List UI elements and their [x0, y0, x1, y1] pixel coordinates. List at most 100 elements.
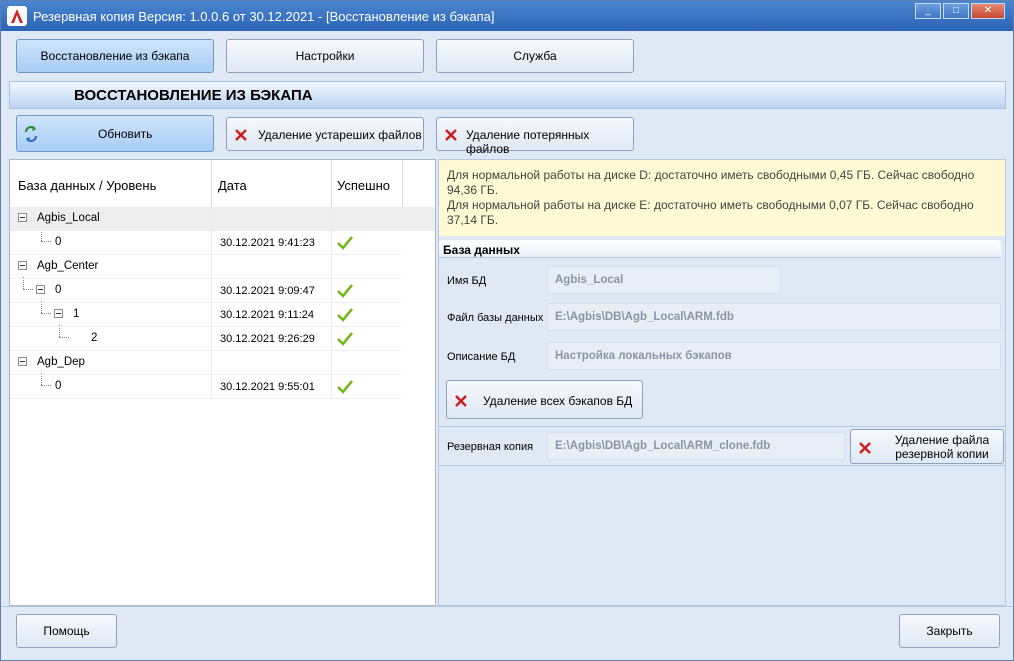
cell-separator [331, 351, 332, 375]
delete-backup-file-label-line1: Удаление файла [894, 433, 990, 447]
footer-bar: Помощь Закрыть [1, 606, 1013, 660]
help-button[interactable]: Помощь [16, 614, 117, 648]
delete-all-backups-label: Удаление всех бэкапов БД [483, 394, 633, 408]
maximize-button[interactable]: □ [943, 3, 969, 19]
tree-date: 30.12.2021 9:26:29 [220, 333, 315, 345]
success-check-icon [337, 236, 354, 250]
collapse-toggle-icon[interactable] [18, 261, 27, 270]
app-logo-icon [7, 6, 27, 26]
close-label: Закрыть [926, 624, 973, 638]
column-header-db-level[interactable]: База данных / Уровень [18, 178, 156, 193]
cell-separator [331, 207, 332, 231]
tree-node-label: 0 [55, 236, 62, 248]
tree-date: 30.12.2021 9:09:47 [220, 285, 315, 297]
help-label: Помощь [43, 624, 90, 638]
refresh-icon [24, 125, 38, 143]
refresh-label: Обновить [98, 127, 153, 141]
tree-row[interactable]: 2 30.12.2021 9:26:29 [10, 327, 435, 351]
tree-row[interactable]: Agb_Center [10, 255, 435, 279]
minimize-button[interactable]: _ [915, 3, 941, 19]
backup-copy-field[interactable]: E:\Agbis\DB\Agb_Local\ARM_clone.fdb [547, 432, 845, 460]
tree-date: 30.12.2021 9:55:01 [220, 381, 315, 393]
cell-separator [211, 231, 212, 255]
cell-separator [331, 231, 332, 255]
tab-service-label: Служба [513, 49, 557, 63]
delete-x-icon [455, 395, 467, 407]
tree-node-label: Agb_Center [37, 260, 99, 272]
column-header-date[interactable]: Дата [218, 178, 247, 193]
cell-separator [211, 303, 212, 327]
success-check-icon [337, 332, 354, 346]
delete-old-files-button[interactable]: Удаление устареших файлов [226, 117, 424, 151]
collapse-toggle-icon[interactable] [36, 285, 45, 294]
delete-lost-files-label: Удаление потерянных файлов [466, 128, 590, 156]
delete-backup-file-label-line2: резервной копии [895, 447, 989, 461]
delete-lost-files-button[interactable]: Удаление потерянных файлов [436, 117, 634, 156]
app-window: Резервная копия Версия: 1.0.0.6 от 30.12… [0, 0, 1014, 661]
db-name-label: Имя БД [447, 275, 487, 287]
db-file-field[interactable]: E:\Agbis\DB\Agb_Local\ARM.fdb [547, 303, 1001, 331]
column-header-success[interactable]: Успешно [337, 178, 390, 193]
database-group-header: База данных [439, 240, 1001, 258]
tree-node-label: 0 [55, 284, 62, 296]
row-divider [10, 398, 402, 399]
tree-node-label: 2 [91, 332, 98, 344]
tree-node-label: Agbis_Local [37, 212, 100, 224]
close-window-button[interactable]: ✕ [971, 3, 1005, 19]
db-description-label: Описание БД [447, 351, 516, 363]
tree-date: 30.12.2021 9:11:24 [220, 309, 314, 321]
cell-separator [211, 255, 212, 279]
delete-x-icon [859, 442, 871, 454]
success-check-icon [337, 308, 354, 322]
delete-backup-file-label: Удаление файла резервной копии [881, 433, 1003, 461]
cell-separator [211, 279, 212, 303]
tab-restore-label: Восстановление из бэкапа [40, 49, 190, 63]
cell-separator [211, 351, 212, 375]
delete-x-icon [235, 129, 247, 141]
success-check-icon [337, 380, 354, 394]
tree-date: 30.12.2021 9:41:23 [220, 237, 315, 249]
refresh-button[interactable]: Обновить [16, 115, 214, 152]
collapse-toggle-icon[interactable] [54, 309, 63, 318]
tree-row[interactable]: 0 30.12.2021 9:09:47 [10, 279, 435, 303]
collapse-toggle-icon[interactable] [18, 213, 27, 222]
tab-settings-label: Настройки [295, 49, 355, 63]
delete-all-backups-button[interactable]: Удаление всех бэкапов БД [446, 380, 643, 419]
backup-copy-label: Резервная копия [447, 441, 534, 453]
section-title: ВОССТАНОВЛЕНИЕ ИЗ БЭКАПА [74, 87, 313, 104]
tree-row[interactable]: Agb_Dep [10, 351, 435, 375]
delete-x-icon [445, 129, 457, 141]
cell-separator [331, 255, 332, 279]
tree-row[interactable]: Agbis_Local [10, 207, 435, 231]
db-name-field[interactable]: Agbis_Local [547, 266, 781, 294]
close-button[interactable]: Закрыть [899, 614, 1000, 648]
collapse-toggle-icon[interactable] [18, 357, 27, 366]
tree-node-label: 1 [73, 308, 80, 320]
cell-separator [211, 327, 212, 351]
tree-row[interactable]: 0 30.12.2021 9:55:01 [10, 375, 435, 399]
cell-separator [331, 303, 332, 327]
tab-service[interactable]: Служба [436, 39, 634, 73]
disk-space-info: Для нормальной работы на диске D: достат… [439, 160, 1005, 236]
cell-separator [211, 375, 212, 399]
db-description-field[interactable]: Настройка локальных бэкапов [547, 342, 1001, 370]
tree-row[interactable]: 0 30.12.2021 9:41:23 [10, 231, 435, 255]
column-separator [402, 160, 403, 208]
database-group-title: База данных [443, 243, 520, 257]
db-file-label: Файл базы данных [447, 312, 544, 324]
delete-backup-file-button[interactable]: Удаление файла резервной копии [850, 429, 1004, 464]
section-header: ВОССТАНОВЛЕНИЕ ИЗ БЭКАПА [9, 81, 1006, 109]
title-bar[interactable]: Резервная копия Версия: 1.0.0.6 от 30.12… [1, 1, 1013, 31]
details-panel: Для нормальной работы на диске D: достат… [438, 159, 1006, 606]
tab-settings[interactable]: Настройки [226, 39, 424, 73]
column-separator [211, 160, 212, 208]
column-separator [331, 160, 332, 208]
cell-separator [331, 279, 332, 303]
disk-e-info: Для нормальной работы на диске E: достат… [447, 198, 974, 227]
tab-restore[interactable]: Восстановление из бэкапа [16, 39, 214, 73]
success-check-icon [337, 284, 354, 298]
tree-row[interactable]: 1 30.12.2021 9:11:24 [10, 303, 435, 327]
tree-node-label: Agb_Dep [37, 356, 85, 368]
cell-separator [331, 375, 332, 399]
backup-tree[interactable]: База данных / Уровень Дата Успешно Agbis… [9, 159, 436, 606]
